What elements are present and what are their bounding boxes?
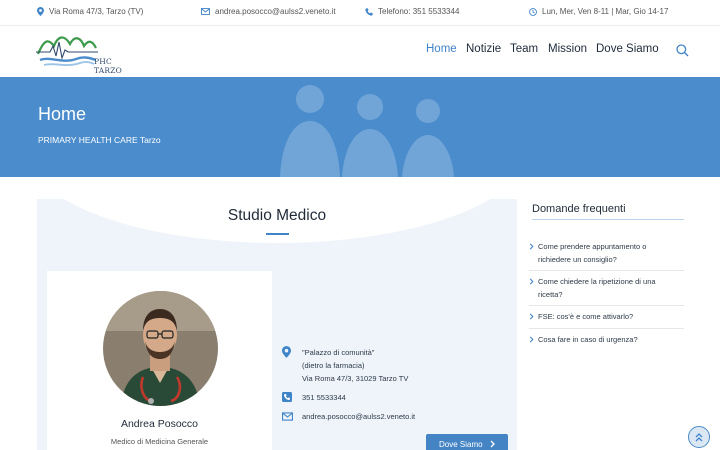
studio-medico-section: Studio Medico Andrea Posocco Medico di M… [37, 199, 517, 450]
logo-text: PHC TARZO [94, 57, 123, 75]
faq-item-line-1: FSE: cos'è e come attivarlo? [538, 312, 634, 321]
envelope-icon [201, 8, 210, 15]
location-info: "Palazzo di comunità" (dietro la farmaci… [282, 346, 408, 385]
hours-info: Lun, Mer, Ven 8-11 | Mar, Gio 14-17 [529, 7, 668, 16]
faq-title: Domande frequenti [532, 203, 626, 215]
doctor-card: Andrea Posocco Medico di Medicina Genera… [47, 271, 272, 450]
phone-row[interactable]: 351 5533344 [282, 392, 346, 404]
search-icon [676, 44, 689, 57]
scroll-to-top-button[interactable] [688, 426, 710, 448]
doctor-portrait-icon [103, 291, 218, 406]
doctor-role: Medico di Medicina Generale [110, 437, 209, 446]
email-text[interactable]: andrea.posocco@aulss2.veneto.it [215, 7, 336, 16]
top-info-bar: Via Roma 47/3, Tarzo (TV) andrea.posocco… [0, 0, 720, 26]
location-line-1: "Palazzo di comunità" [302, 348, 375, 357]
nav-team[interactable]: Team [510, 43, 538, 55]
nav-dove-siamo[interactable]: Dove Siamo [596, 43, 659, 55]
dove-siamo-button[interactable]: Dove Siamo [426, 434, 508, 450]
search-button[interactable] [676, 44, 689, 57]
page-title: Home [38, 104, 87, 124]
page-hero-banner: Home PRIMARY HEALTH CARE Tarzo [0, 77, 720, 177]
chevron-right-icon [529, 336, 534, 343]
clock-icon [529, 7, 537, 16]
faq-divider [529, 328, 684, 329]
doctor-name: Andrea Posocco [120, 418, 199, 430]
email-info[interactable]: andrea.posocco@aulss2.veneto.it [201, 7, 336, 16]
faq-item-line-2: ricetta? [538, 290, 563, 299]
faq-item-urgenza[interactable]: Cosa fare in caso di urgenza? [529, 333, 684, 346]
faq-item-line-1: Come prendere appuntamento o [538, 242, 647, 251]
nav-notizie[interactable]: Notizie [466, 43, 501, 55]
email-address[interactable]: andrea.posocco@aulss2.veneto.it [302, 412, 415, 422]
phone-number[interactable]: 351 5533344 [302, 392, 346, 404]
hours-text: Lun, Mer, Ven 8-11 | Mar, Gio 14-17 [542, 7, 669, 16]
phone-info[interactable]: Telefono: 351 5533344 [365, 7, 459, 16]
phone-text[interactable]: Telefono: 351 5533344 [378, 7, 459, 16]
chevron-right-icon [529, 278, 534, 285]
phone-icon [365, 7, 373, 16]
location-line-2: (dietro la farmacia) [302, 361, 365, 370]
faq-divider [529, 305, 684, 306]
hero-medical-staff-image [280, 85, 454, 177]
email-row[interactable]: andrea.posocco@aulss2.veneto.it [282, 412, 415, 422]
section-title: Studio Medico [227, 207, 327, 224]
faq-item-fse[interactable]: FSE: cos'è e come attivarlo? [529, 310, 684, 323]
page-subtitle: PRIMARY HEALTH CARE Tarzo [38, 135, 161, 145]
faq-item-ricetta[interactable]: Come chiedere la ripetizione di una rice… [529, 275, 684, 301]
faq-item-line-1: Come chiedere la ripetizione di una [538, 277, 656, 286]
map-pin-icon [37, 7, 44, 16]
title-underline [266, 233, 289, 235]
envelope-icon [282, 412, 293, 421]
double-chevron-up-icon [695, 432, 703, 441]
faq-divider [529, 270, 684, 271]
address-text: Via Roma 47/3, Tarzo (TV) [49, 7, 144, 16]
location-text: "Palazzo di comunità" (dietro la farmaci… [302, 346, 408, 385]
chevron-right-icon [490, 440, 495, 448]
nav-mission[interactable]: Mission [548, 43, 587, 55]
site-logo[interactable]: PHC TARZO [36, 32, 141, 75]
faq-item-line-2: richiedere un consiglio? [538, 255, 617, 264]
location-line-3: Via Roma 47/3, 31029 Tarzo TV [302, 374, 409, 383]
faq-item-line-1: Cosa fare in caso di urgenza? [538, 335, 638, 344]
nav-home[interactable]: Home [426, 43, 457, 55]
faq-item-appuntamento[interactable]: Come prendere appuntamento o richiedere … [529, 240, 684, 266]
address-info: Via Roma 47/3, Tarzo (TV) [37, 7, 143, 16]
chevron-right-icon [529, 243, 534, 250]
faq-title-divider [532, 219, 684, 220]
phone-square-icon [282, 392, 292, 402]
site-header: PHC TARZO Home Notizie Team Mission Dove… [0, 26, 720, 77]
chevron-right-icon [529, 313, 534, 320]
doctor-photo [103, 291, 218, 406]
map-pin-icon [282, 346, 291, 358]
dove-siamo-button-label: Dove Siamo [439, 439, 483, 449]
